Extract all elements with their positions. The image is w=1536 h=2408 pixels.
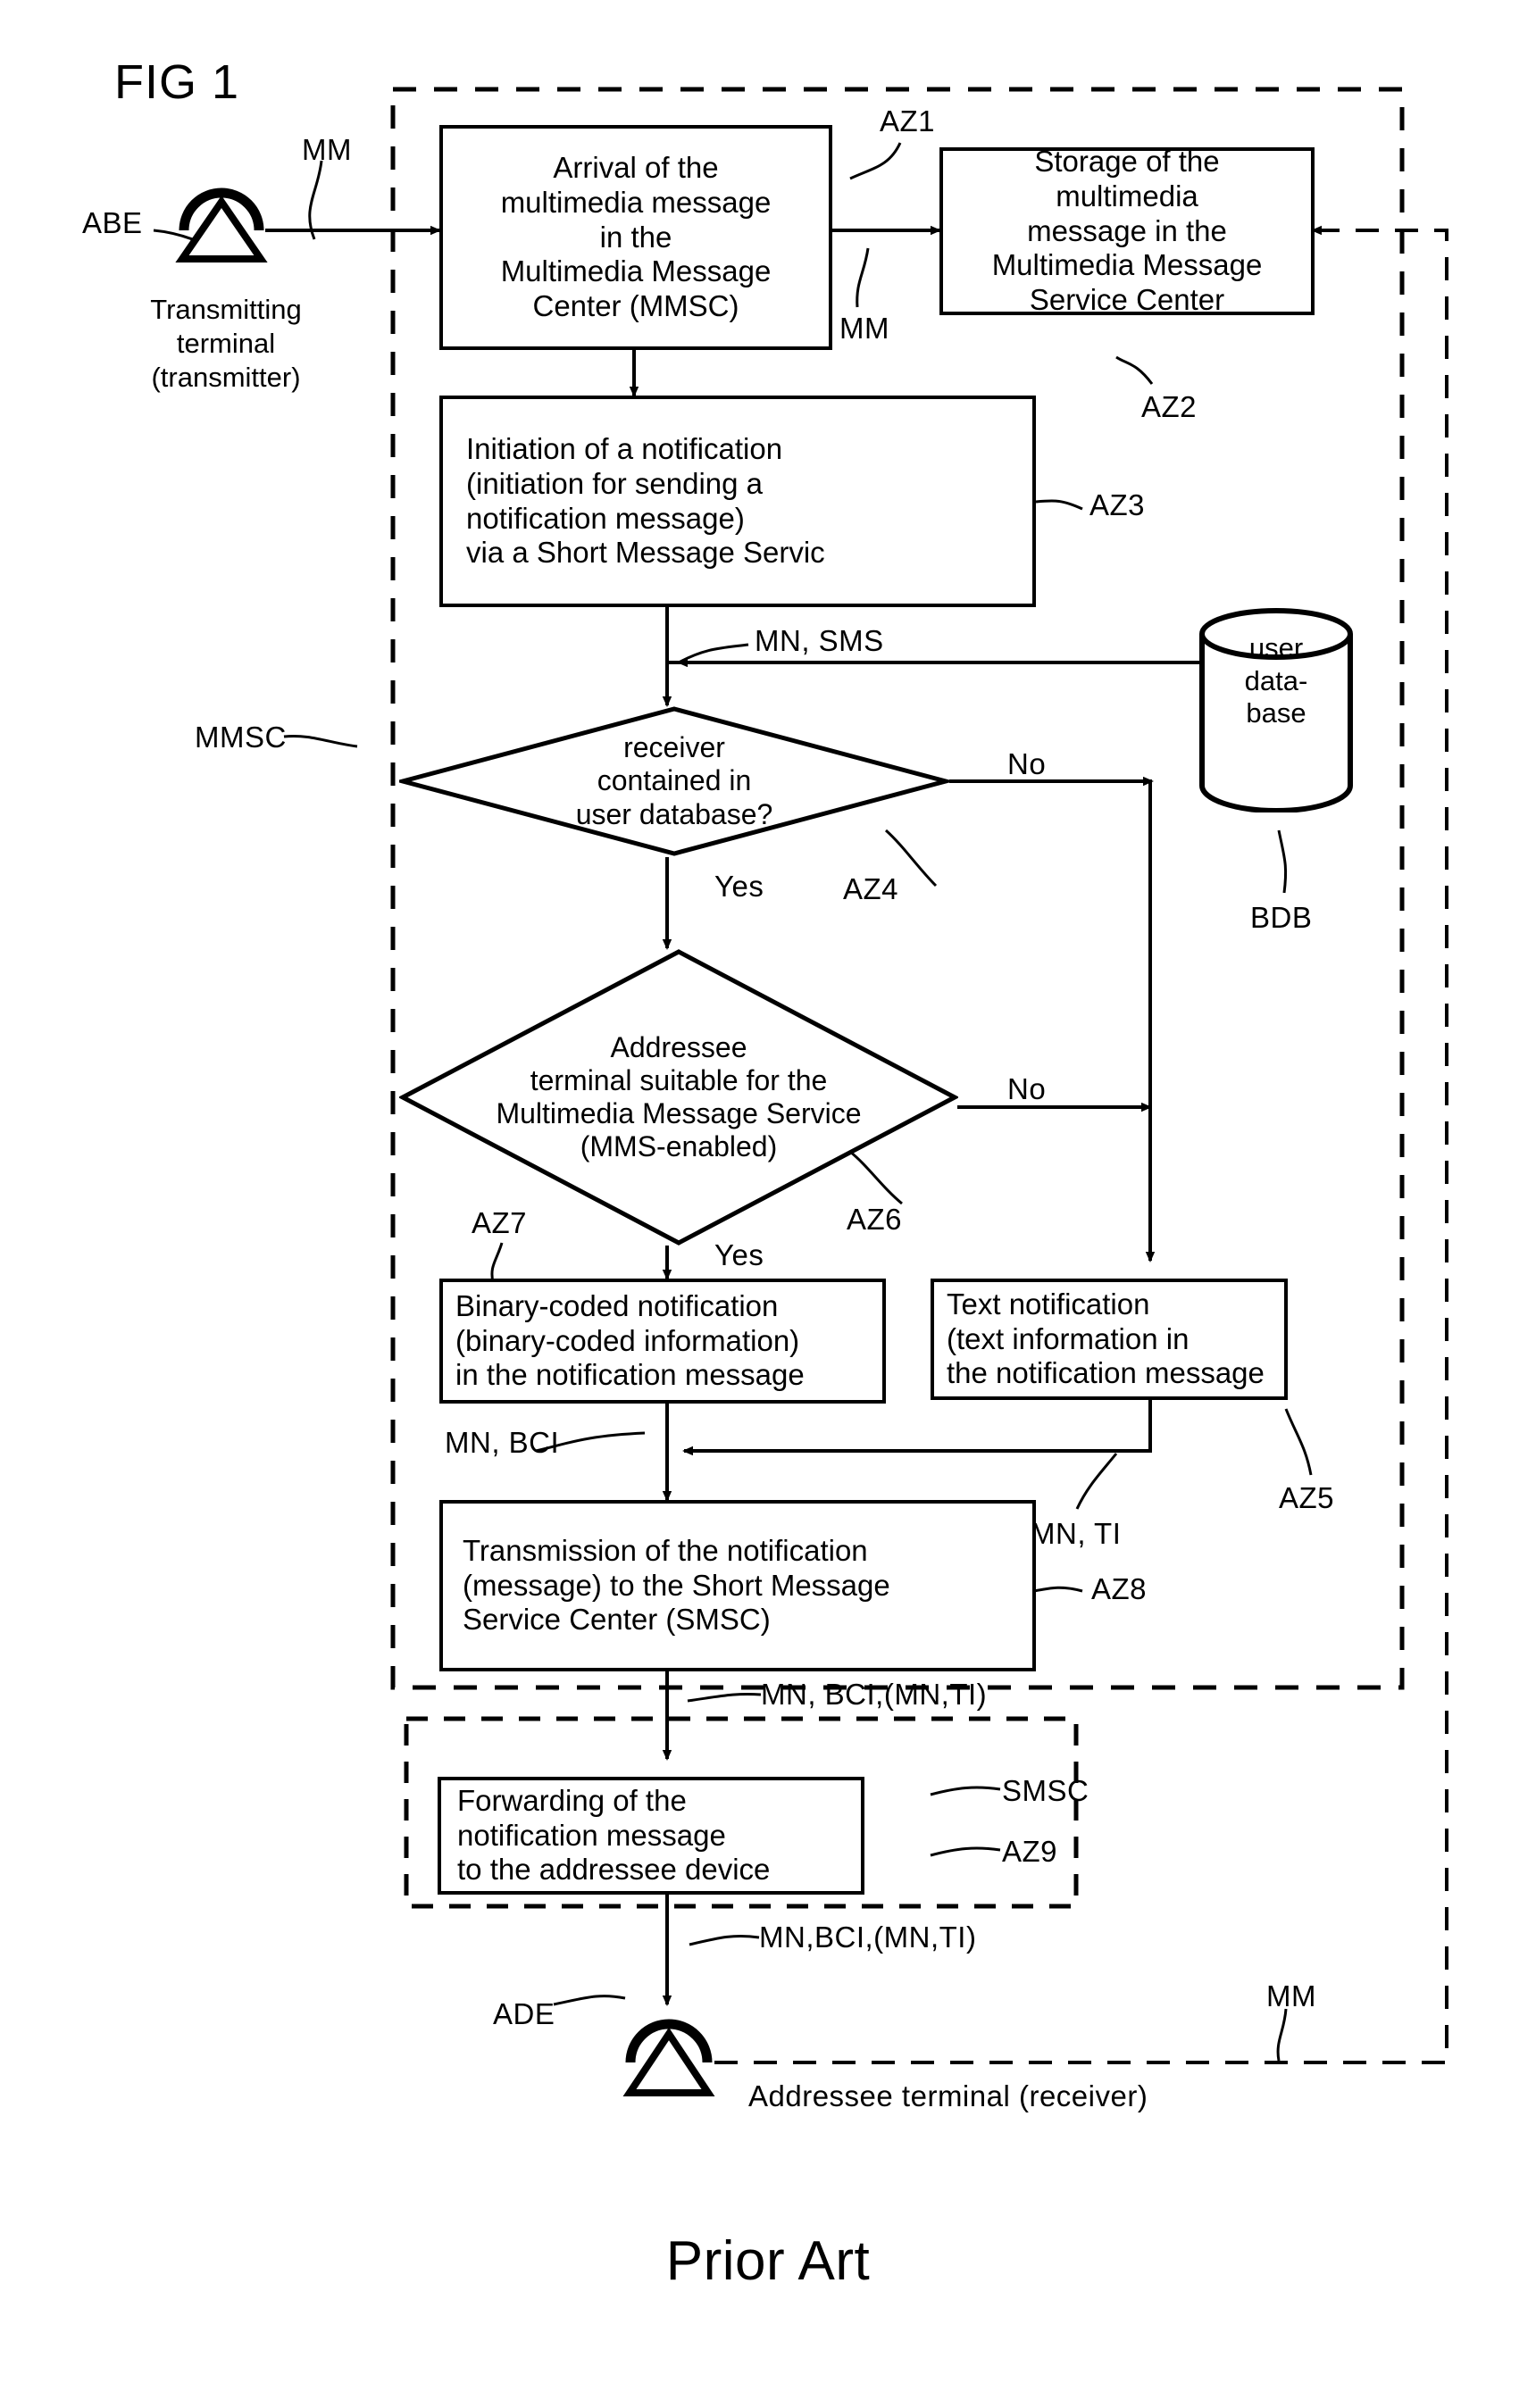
transmitting-terminal-antenna-icon (168, 166, 275, 262)
block-az1-line-3: in the (599, 220, 672, 254)
ref-az5: AZ5 (1279, 1481, 1335, 1514)
decision-az6-line-3: Multimedia Message Service (496, 1097, 862, 1129)
ref-az3: AZ3 (1089, 488, 1146, 521)
addressee-terminal-antenna-icon (616, 2000, 722, 2096)
block-az2-line-1: Storage of the (1034, 144, 1220, 178)
user-database-line-3: base (1246, 697, 1306, 729)
decision-az6: Addressee terminal suitable for the Mult… (399, 948, 958, 1246)
decision-az4-line-2: contained in (597, 764, 752, 797)
block-az8: Transmission of the notification (messag… (439, 1500, 1036, 1671)
block-az3-line-3: notification message) (466, 501, 745, 535)
ref-bdb: BDB (1250, 901, 1313, 934)
transmitting-terminal-caption-3: (transmitter) (151, 362, 301, 393)
block-az1: Arrival of the multimedia message in the… (439, 125, 832, 350)
ref-az1: AZ1 (880, 104, 936, 137)
block-az9-line-2: notification message (457, 1818, 726, 1852)
decision-az4-yes-label: Yes (714, 870, 764, 903)
block-az5-line-2: (text information in (947, 1321, 1190, 1355)
label-mmsc: MMSC (195, 721, 287, 754)
block-az2: Storage of the multimedia message in the… (939, 144, 1315, 317)
prior-art-caption: Prior Art (665, 2230, 871, 2292)
block-az3-line-2: (initiation for sending a (466, 466, 764, 500)
decision-az6-line-4: (MMS-enabled) (580, 1130, 778, 1163)
user-database-cylinder: user data- base (1197, 607, 1356, 813)
signal-mn-bci-ti-1: MN, BCI,(MN,TI) (761, 1678, 988, 1711)
signal-mm-in: MM (302, 133, 352, 166)
ref-ade: ADE (493, 1997, 555, 2030)
ref-abe: ABE (82, 206, 143, 239)
transmitting-terminal-caption-1: Transmitting (150, 294, 302, 325)
ref-az8: AZ8 (1091, 1572, 1148, 1605)
block-az7-line-1: Binary-coded notification (455, 1288, 779, 1322)
block-az2-line-3: message in the (1027, 213, 1227, 247)
block-az3-line-4: via a Short Message Servic (466, 536, 825, 570)
decision-az6-line-2: terminal suitable for the (530, 1063, 828, 1096)
block-az3: Initiation of a notification (initiation… (439, 396, 1036, 607)
block-az1-line-2: multimedia message (500, 185, 772, 219)
decision-az6-line-1: Addressee (610, 1030, 747, 1063)
signal-mn-ti: MN, TI (1031, 1517, 1122, 1550)
block-az8-line-3: Service Center (SMSC) (463, 1603, 771, 1637)
block-az5-line-1: Text notification (947, 1287, 1150, 1321)
decision-az4-no-label: No (1007, 747, 1047, 780)
transmitting-terminal-caption-2: terminal (176, 328, 276, 359)
signal-mn-bci: MN, BCI (445, 1426, 560, 1459)
block-az7-line-2: (binary-coded information) (455, 1323, 800, 1357)
block-az2-line-2: multimedia (1056, 179, 1198, 212)
ref-az2: AZ2 (1141, 390, 1198, 423)
signal-mn-bci-ti-2: MN,BCI,(MN,TI) (759, 1921, 977, 1954)
user-database-line-2: data- (1244, 664, 1308, 696)
addressee-terminal-caption: Addressee terminal (receiver) (748, 2079, 1148, 2112)
label-smsc: SMSC (1002, 1774, 1089, 1807)
block-az3-line-1: Initiation of a notification (466, 431, 783, 465)
decision-az4-line-3: user database? (575, 797, 773, 830)
block-az7: Binary-coded notification (binary-coded … (439, 1279, 886, 1404)
figure-label: FIG 1 (114, 55, 240, 109)
block-az5-line-3: the notification message (947, 1356, 1265, 1390)
block-az2-line-5: Service Center (1029, 283, 1225, 317)
decision-az6-no-label: No (1007, 1072, 1047, 1105)
ref-az4: AZ4 (843, 872, 899, 905)
block-az1-line-4: Multimedia Message (500, 254, 772, 288)
user-database-line-1: user (1248, 632, 1304, 663)
signal-mm-return: MM (1266, 1979, 1316, 2012)
block-az5: Text notification (text information in t… (931, 1279, 1288, 1400)
signal-mm-store: MM (839, 312, 889, 345)
block-az1-line-1: Arrival of the (553, 150, 719, 184)
ref-az9: AZ9 (1002, 1835, 1058, 1868)
decision-az4-line-1: receiver (623, 731, 725, 764)
block-az9-line-1: Forwarding of the (457, 1783, 687, 1817)
block-az9-line-3: to the addressee device (457, 1853, 771, 1887)
block-az2-line-4: Multimedia Message (991, 248, 1263, 282)
block-az7-line-3: in the notification message (455, 1358, 805, 1392)
signal-mn-sms: MN, SMS (755, 624, 884, 657)
block-az8-line-1: Transmission of the notification (463, 1533, 868, 1567)
block-az9: Forwarding of the notification message t… (438, 1777, 864, 1895)
block-az1-line-5: Center (MMSC) (532, 289, 739, 323)
block-az8-line-2: (message) to the Short Message (463, 1568, 890, 1602)
patent-figure-canvas: FIG 1 ABE Transmitting terminal (transmi… (0, 0, 1536, 2408)
decision-az4: receiver contained in user database? (399, 705, 949, 857)
